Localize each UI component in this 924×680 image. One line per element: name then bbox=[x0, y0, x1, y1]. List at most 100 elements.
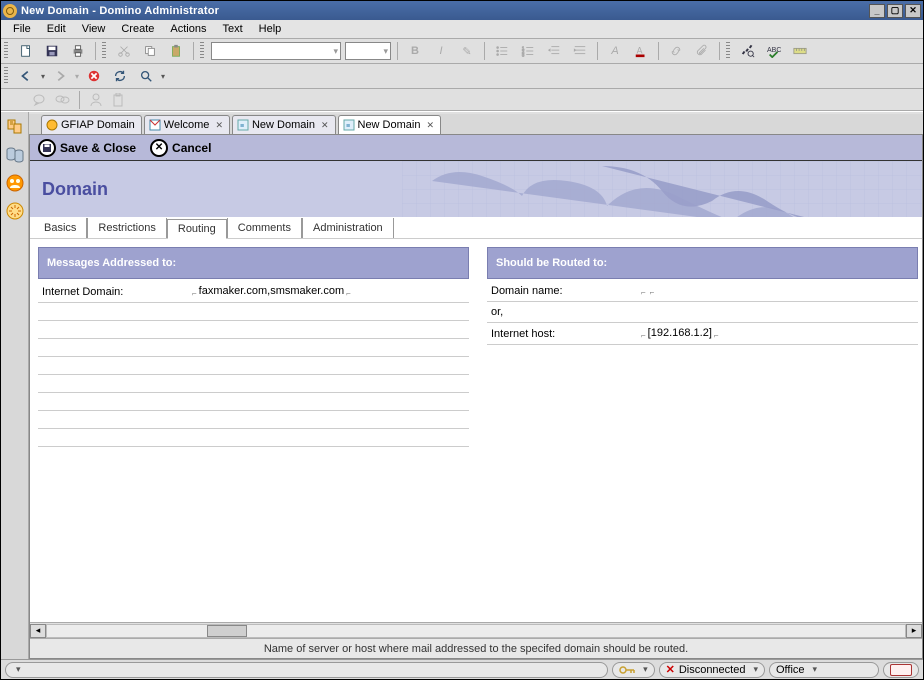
font-size-select[interactable] bbox=[345, 42, 391, 60]
toolbar-grip[interactable] bbox=[102, 42, 106, 60]
scroll-thumb[interactable] bbox=[207, 625, 247, 637]
domain-name-field[interactable]: ⌐ ⌐ bbox=[641, 287, 654, 296]
tab-label: GFIAP Domain bbox=[61, 119, 135, 131]
subtab-administration[interactable]: Administration bbox=[302, 218, 394, 238]
tab-close-icon[interactable]: ✕ bbox=[426, 120, 434, 131]
stop-icon[interactable] bbox=[83, 66, 105, 86]
italic-icon[interactable]: I bbox=[430, 41, 452, 61]
internet-domain-field[interactable]: ⌐ faxmaker.com,smsmaker.com ⌐ bbox=[192, 285, 351, 297]
chat-group-icon[interactable] bbox=[55, 93, 71, 107]
font-color-icon[interactable]: A bbox=[630, 41, 652, 61]
save-close-label: Save & Close bbox=[60, 141, 136, 155]
highlight-icon[interactable]: ✎ bbox=[456, 41, 478, 61]
status-bar: ✕ Disconnected Office bbox=[1, 659, 923, 679]
find-icon[interactable] bbox=[737, 41, 759, 61]
forward-icon[interactable] bbox=[49, 66, 71, 86]
tab-new-domain-1[interactable]: ≡ New Domain ✕ bbox=[232, 115, 336, 134]
toolbar-grip[interactable] bbox=[200, 42, 204, 60]
bookmark-bar bbox=[1, 89, 923, 111]
scroll-left-icon[interactable]: ◂ bbox=[30, 624, 46, 638]
internet-host-label: Internet host: bbox=[487, 323, 637, 345]
tab-domain-nav[interactable]: GFIAP Domain bbox=[41, 115, 142, 134]
minimize-button[interactable]: _ bbox=[869, 4, 885, 18]
form-subtabs: Basics Restrictions Routing Comments Adm… bbox=[30, 217, 922, 239]
attach-icon[interactable] bbox=[691, 41, 713, 61]
menu-edit[interactable]: Edit bbox=[39, 21, 74, 37]
person-icon[interactable] bbox=[88, 93, 104, 107]
messages-addressed-panel: Messages Addressed to: Internet Domain: … bbox=[38, 247, 469, 618]
subtab-comments[interactable]: Comments bbox=[227, 218, 302, 238]
toolbar-grip[interactable] bbox=[726, 42, 730, 60]
paste-icon[interactable] bbox=[165, 41, 187, 61]
sidebar-config-icon[interactable] bbox=[4, 200, 26, 222]
spellcheck-icon[interactable]: ABC bbox=[763, 41, 785, 61]
bold-icon[interactable]: B bbox=[404, 41, 426, 61]
page-title: Domain bbox=[42, 179, 108, 200]
bullets-icon[interactable] bbox=[491, 41, 513, 61]
menu-help[interactable]: Help bbox=[251, 21, 290, 37]
subtab-basics[interactable]: Basics bbox=[34, 218, 87, 238]
print-icon[interactable] bbox=[67, 41, 89, 61]
title-bar: New Domain - Domino Administrator _ ▢ ✕ bbox=[1, 1, 923, 20]
indent-icon[interactable] bbox=[569, 41, 591, 61]
app-icon bbox=[3, 4, 17, 18]
status-location[interactable]: Office bbox=[769, 662, 879, 678]
refresh-icon[interactable] bbox=[109, 66, 131, 86]
permalink-icon[interactable] bbox=[665, 41, 687, 61]
internet-domain-row: Internet Domain: ⌐ faxmaker.com,smsmaker… bbox=[38, 281, 469, 303]
tab-label: New Domain bbox=[252, 119, 315, 131]
save-icon[interactable] bbox=[41, 41, 63, 61]
menu-file[interactable]: File bbox=[5, 21, 39, 37]
new-doc-icon[interactable] bbox=[15, 41, 37, 61]
clipboard-icon[interactable] bbox=[110, 93, 126, 107]
navigation-toolbar: ▾ ▾ ▾ bbox=[1, 64, 923, 89]
scroll-right-icon[interactable]: ▸ bbox=[906, 624, 922, 638]
font-family-select[interactable] bbox=[211, 42, 341, 60]
workspace-tabs: GFIAP Domain Welcome ✕ ≡ New Domain ✕ ≡ … bbox=[29, 114, 923, 134]
close-button[interactable]: ✕ bbox=[905, 4, 921, 18]
status-message-area[interactable] bbox=[5, 662, 608, 678]
location-label: Office bbox=[776, 664, 805, 676]
panel-header: Messages Addressed to: bbox=[38, 247, 469, 279]
tab-close-icon[interactable]: ✕ bbox=[215, 120, 223, 131]
tab-label: Welcome bbox=[164, 119, 210, 131]
toolbar-grip[interactable] bbox=[4, 67, 8, 85]
chat-icon[interactable] bbox=[33, 93, 49, 107]
sidebar-replication-icon[interactable] bbox=[4, 116, 26, 138]
connection-label: Disconnected bbox=[679, 664, 746, 676]
menu-text[interactable]: Text bbox=[214, 21, 250, 37]
status-indicator[interactable] bbox=[883, 662, 919, 678]
font-style-icon[interactable]: A bbox=[604, 41, 626, 61]
cancel-button[interactable]: ✕ Cancel bbox=[150, 139, 211, 157]
restore-button[interactable]: ▢ bbox=[887, 4, 903, 18]
cut-icon[interactable] bbox=[113, 41, 135, 61]
scroll-track[interactable] bbox=[46, 624, 906, 638]
search-icon[interactable] bbox=[135, 66, 157, 86]
menu-view[interactable]: View bbox=[74, 21, 114, 37]
ruler-icon[interactable] bbox=[789, 41, 811, 61]
tab-new-domain-2[interactable]: ≡ New Domain ✕ bbox=[338, 115, 442, 134]
subtab-restrictions[interactable]: Restrictions bbox=[87, 218, 166, 238]
tab-welcome[interactable]: Welcome ✕ bbox=[144, 115, 230, 134]
internet-host-value: [192.168.1.2] bbox=[646, 327, 714, 339]
menu-create[interactable]: Create bbox=[113, 21, 162, 37]
sidebar-people-icon[interactable] bbox=[4, 172, 26, 194]
status-connection[interactable]: ✕ Disconnected bbox=[659, 662, 765, 678]
cancel-label: Cancel bbox=[172, 141, 211, 155]
sidebar-databases-icon[interactable] bbox=[4, 144, 26, 166]
panel-header: Should be Routed to: bbox=[487, 247, 918, 279]
toolbar-grip[interactable] bbox=[4, 42, 8, 60]
back-icon[interactable] bbox=[15, 66, 37, 86]
save-and-close-button[interactable]: Save & Close bbox=[38, 139, 136, 157]
mini-screen-icon bbox=[890, 664, 912, 676]
status-security[interactable] bbox=[612, 662, 655, 678]
numbered-list-icon[interactable]: 123 bbox=[517, 41, 539, 61]
internet-host-field[interactable]: ⌐ [192.168.1.2] ⌐ bbox=[641, 327, 719, 339]
document-page: Save & Close ✕ Cancel Domain bbox=[29, 134, 923, 659]
subtab-routing[interactable]: Routing bbox=[167, 219, 227, 239]
outdent-icon[interactable] bbox=[543, 41, 565, 61]
menu-actions[interactable]: Actions bbox=[162, 21, 214, 37]
copy-icon[interactable] bbox=[139, 41, 161, 61]
tab-close-icon[interactable]: ✕ bbox=[321, 120, 329, 131]
horizontal-scrollbar[interactable]: ◂ ▸ bbox=[30, 622, 922, 638]
